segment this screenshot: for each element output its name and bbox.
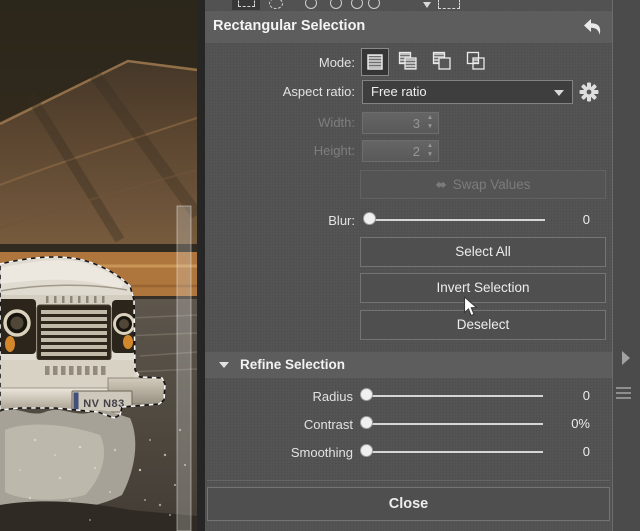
chevron-down-icon: [554, 90, 564, 96]
smoothing-label: Smoothing: [205, 445, 353, 460]
height-label: Height:: [205, 143, 355, 158]
width-value: 3: [413, 116, 420, 131]
radius-label: Radius: [205, 389, 353, 404]
close-button[interactable]: Close: [207, 487, 610, 521]
contrast-slider-knob[interactable]: [360, 416, 373, 429]
subtract-from-selection-icon: [432, 51, 452, 71]
stepper-arrows-icon[interactable]: ▲▼: [423, 113, 437, 133]
magnetic-lasso-icon[interactable]: [351, 0, 363, 9]
contrast-value: 0%: [550, 416, 590, 431]
polygonal-lasso-icon[interactable]: [330, 0, 342, 9]
contrast-row: Contrast 0%: [205, 416, 612, 432]
collapse-panel-arrow-icon[interactable]: [622, 351, 630, 365]
reset-settings-button[interactable]: [580, 15, 604, 39]
height-stepper[interactable]: 2 ▲▼: [362, 140, 439, 162]
mode-row: Mode:: [205, 48, 612, 78]
app-window: NV N83: [0, 0, 640, 531]
contrast-label: Contrast: [205, 417, 353, 432]
mode-label: Mode:: [205, 55, 355, 70]
radius-value: 0: [550, 388, 590, 403]
gear-icon: [577, 80, 601, 104]
blur-row: Blur: 0: [205, 212, 612, 228]
photo: NV N83: [0, 0, 197, 531]
swap-values-label: Swap Values: [453, 177, 531, 192]
lasso-icon[interactable]: [305, 0, 317, 9]
smoothing-row: Smoothing 0: [205, 444, 612, 460]
paint-selection-icon[interactable]: [423, 2, 431, 8]
width-stepper[interactable]: 3 ▲▼: [362, 112, 439, 134]
deselect-button[interactable]: Deselect: [360, 310, 606, 340]
mode-new-selection-button[interactable]: [361, 48, 389, 76]
magic-wand-icon[interactable]: [368, 0, 380, 9]
smoothing-value: 0: [550, 444, 590, 459]
panel-title: Rectangular Selection: [213, 18, 365, 34]
radius-row: Radius 0: [205, 388, 612, 404]
panel-gap: [197, 0, 205, 531]
rectangle-shape-icon[interactable]: [438, 0, 460, 9]
panel-splitter[interactable]: [612, 0, 640, 531]
invert-selection-button[interactable]: Invert Selection: [360, 273, 606, 303]
elliptical-selection-icon[interactable]: [269, 0, 283, 9]
swap-arrows-icon: ⬌: [435, 177, 446, 192]
radius-slider-knob[interactable]: [360, 388, 373, 401]
radius-slider-track[interactable]: [365, 395, 543, 397]
refine-selection-title: Refine Selection: [240, 357, 345, 372]
blur-value: 0: [550, 212, 590, 227]
contrast-slider-track[interactable]: [365, 423, 543, 425]
mode-add-button[interactable]: [395, 48, 423, 76]
refine-selection-header[interactable]: Refine Selection: [205, 352, 612, 378]
add-to-selection-icon: [398, 51, 418, 71]
image-canvas[interactable]: NV N83: [0, 0, 197, 531]
select-all-button[interactable]: Select All: [360, 237, 606, 267]
mode-intersect-button[interactable]: [463, 48, 491, 76]
swap-values-button[interactable]: ⬌ Swap Values: [360, 170, 606, 199]
smoothing-slider-track[interactable]: [365, 451, 543, 453]
panel-header: Rectangular Selection: [205, 11, 612, 43]
smoothing-slider-knob[interactable]: [360, 444, 373, 457]
tool-options-panel: Rectangular Selection Mode:: [205, 0, 612, 531]
undo-icon: [580, 15, 604, 39]
intersect-selections-icon: [466, 51, 486, 71]
divider: [207, 480, 610, 481]
aspect-ratio-settings-button[interactable]: [577, 80, 601, 104]
stepper-arrows-icon[interactable]: ▲▼: [423, 141, 437, 161]
aspect-ratio-label: Aspect ratio:: [205, 84, 355, 99]
new-selection-icon: [365, 52, 385, 72]
blur-slider-knob[interactable]: [363, 212, 376, 225]
height-value: 2: [413, 144, 420, 159]
aspect-ratio-dropdown[interactable]: Free ratio: [362, 80, 573, 104]
rectangular-selection-tool-button[interactable]: [232, 0, 260, 10]
rectangular-selection-icon: [238, 0, 255, 7]
tools-toolbar: [205, 0, 612, 10]
blur-label: Blur:: [205, 213, 355, 228]
splitter-grip-icon[interactable]: [616, 387, 631, 402]
aspect-ratio-value: Free ratio: [371, 84, 427, 99]
width-label: Width:: [205, 115, 355, 130]
mode-subtract-button[interactable]: [429, 48, 457, 76]
blur-slider-track[interactable]: [367, 219, 545, 221]
collapse-arrow-icon: [219, 362, 229, 368]
